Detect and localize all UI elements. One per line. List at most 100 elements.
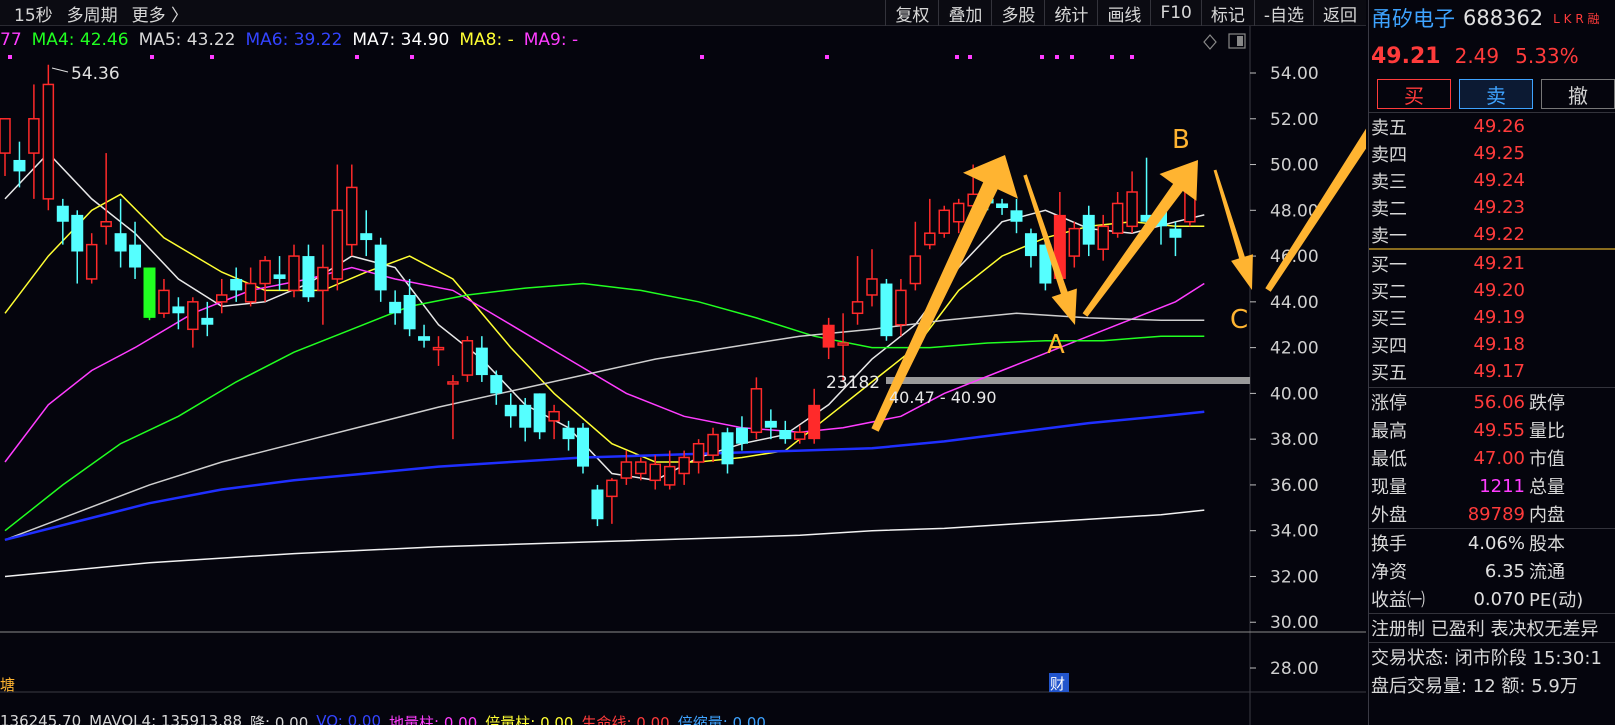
bid-price: 49.20 xyxy=(1473,280,1525,301)
buy-button[interactable]: 买 xyxy=(1377,79,1451,109)
stat-label: 净资 xyxy=(1371,562,1407,583)
stat-row: 外盘 89789 内盘 xyxy=(1369,500,1615,528)
kline-chart[interactable]: 54.00 52.00 50.00 48.00 46.00 44.00 42.00 40.00… xyxy=(0,26,1366,725)
vol-legend-item: 136245.70 xyxy=(0,712,82,725)
bid-row[interactable]: 买五 49.17 xyxy=(1369,358,1615,385)
signal-dot xyxy=(8,55,12,59)
cancel-order-button[interactable]: 撤 xyxy=(1541,79,1615,109)
stat-value: 1211 xyxy=(1479,475,1525,497)
signal-dot xyxy=(210,55,214,59)
bid-price: 49.21 xyxy=(1473,253,1525,274)
y-tick-label: 34.00 xyxy=(1270,522,1319,542)
candle-body xyxy=(735,427,748,444)
wave-label-c: C xyxy=(1230,305,1248,335)
trading-status: 交易状态: 闭市阶段 15:30:1 盘后交易量: 12 额: 5.9万 xyxy=(1369,642,1615,699)
adjust-button[interactable]: 复权 xyxy=(885,0,938,26)
overlay-button[interactable]: 叠加 xyxy=(938,0,991,26)
vol-legend-item: MAVOL4: 135913.88 xyxy=(89,712,243,725)
candle-body xyxy=(1169,228,1182,238)
candle-body xyxy=(519,404,532,428)
quote-stats: 涨停 56.06 跌停 最高 49.55 量比 最低 47.00 市值 现量 1211 总量 外… xyxy=(1369,387,1615,528)
draw-line-button[interactable]: 画线 xyxy=(1097,0,1150,26)
fundamental-stats: 换手 4.06% 股本 净资 6.35 流通 收益㈠ 0.070 PE(动) xyxy=(1369,528,1615,613)
candle-body xyxy=(374,244,387,291)
candle-body xyxy=(143,267,156,318)
y-tick-label: 44.00 xyxy=(1270,293,1319,313)
candle-body xyxy=(317,266,329,292)
signal-dot xyxy=(700,55,704,59)
candle-body xyxy=(1010,210,1023,222)
stat-label-2: 流通 xyxy=(1529,562,1565,583)
y-tick-label: 38.00 xyxy=(1270,430,1319,450)
vol-legend-item: 降: 0.00 xyxy=(250,714,309,725)
candle-body xyxy=(1111,202,1124,234)
bid-row[interactable]: 买二 49.20 xyxy=(1369,277,1615,304)
candle-body xyxy=(562,427,575,440)
y-tick-label: 36.00 xyxy=(1270,476,1319,496)
signal-dot xyxy=(1130,55,1134,59)
tab-more[interactable]: 更多 〉 xyxy=(132,1,188,26)
current-price: 49.21 xyxy=(1371,43,1441,69)
multi-stock-button[interactable]: 多股 xyxy=(991,0,1044,26)
bid-row[interactable]: 买三 49.19 xyxy=(1369,304,1615,331)
tab-multi-period[interactable]: 多周期 xyxy=(67,1,118,26)
candle-body xyxy=(288,255,300,292)
financial-event-label: 财 xyxy=(1050,675,1065,693)
stat-value: 4.06% xyxy=(1467,532,1525,554)
signal-dot xyxy=(955,55,959,59)
statistics-button[interactable]: 统计 xyxy=(1044,0,1097,26)
bid-row[interactable]: 买四 49.18 xyxy=(1369,331,1615,358)
stock-name[interactable]: 甬矽电子 xyxy=(1371,3,1455,33)
candle-body xyxy=(346,186,358,246)
listing-info: 注册制 已盈利 表决权无差异 xyxy=(1369,613,1615,642)
stat-value: 6.35 xyxy=(1484,560,1525,582)
ask-row[interactable]: 卖四 49.25 xyxy=(1369,140,1615,167)
sell-button[interactable]: 卖 xyxy=(1459,79,1533,109)
f10-button[interactable]: F10 xyxy=(1150,0,1200,26)
kline-chart-svg[interactable]: 54.0052.0050.0048.0046.0044.0042.0040.00… xyxy=(0,26,1366,725)
ma-line-ma7 xyxy=(4,509,1205,578)
ask-label: 卖四 xyxy=(1371,144,1407,166)
candle-body xyxy=(447,381,459,385)
remove-watchlist-button[interactable]: -自选 xyxy=(1253,0,1313,26)
ask-row[interactable]: 卖二 49.23 xyxy=(1369,194,1615,221)
ask-row[interactable]: 卖三 49.24 xyxy=(1369,167,1615,194)
stat-row: 净资 6.35 流通 xyxy=(1369,557,1615,585)
ask-price: 49.24 xyxy=(1473,170,1525,191)
tab-15s[interactable]: 15秒 xyxy=(14,1,53,26)
stat-row: 收益㈠ 0.070 PE(动) xyxy=(1369,585,1615,613)
candle-body xyxy=(42,83,55,200)
ask-row[interactable]: 卖五 49.26 xyxy=(1369,113,1615,140)
ask-row[interactable]: 卖一 49.22 xyxy=(1369,221,1615,248)
candle-body xyxy=(56,205,69,222)
candle-body xyxy=(1097,225,1109,250)
candle-body xyxy=(837,342,849,346)
bid-row[interactable]: 买一 49.21 xyxy=(1369,250,1615,277)
stat-label: 换手 xyxy=(1371,534,1407,555)
ask-price: 49.26 xyxy=(1473,116,1525,137)
vol-legend-item: 地量柱: 0.00 xyxy=(389,714,478,725)
stat-label-2: PE(动) xyxy=(1529,590,1584,611)
bid-price: 49.18 xyxy=(1473,334,1525,355)
stock-code: 688362 xyxy=(1463,6,1544,30)
signal-dot xyxy=(1070,55,1074,59)
candle-body xyxy=(1126,191,1138,228)
order-book: 卖五 49.26 卖四 49.25 卖三 49.24 卖二 49.23 卖一 49.22 … xyxy=(1369,112,1615,385)
mark-button[interactable]: 标记 xyxy=(1200,0,1254,26)
candle-body xyxy=(230,278,243,291)
candle-body xyxy=(172,306,185,314)
candle-body xyxy=(707,433,719,456)
bid-label: 买三 xyxy=(1371,308,1407,330)
back-button[interactable]: 返回 xyxy=(1313,0,1366,26)
bid-label: 买二 xyxy=(1371,281,1407,303)
diamond-icon[interactable] xyxy=(1203,34,1217,50)
candle-body xyxy=(750,388,763,434)
candle-body xyxy=(360,233,373,241)
stat-label: 现量 xyxy=(1371,477,1407,498)
signal-dot xyxy=(410,55,414,59)
bid-label: 买四 xyxy=(1371,335,1407,357)
ma-line-ma8 xyxy=(4,193,1205,463)
signal-dot xyxy=(1110,55,1114,59)
price-change-pct: 5.33% xyxy=(1515,44,1579,68)
stat-row: 换手 4.06% 股本 xyxy=(1369,529,1615,557)
